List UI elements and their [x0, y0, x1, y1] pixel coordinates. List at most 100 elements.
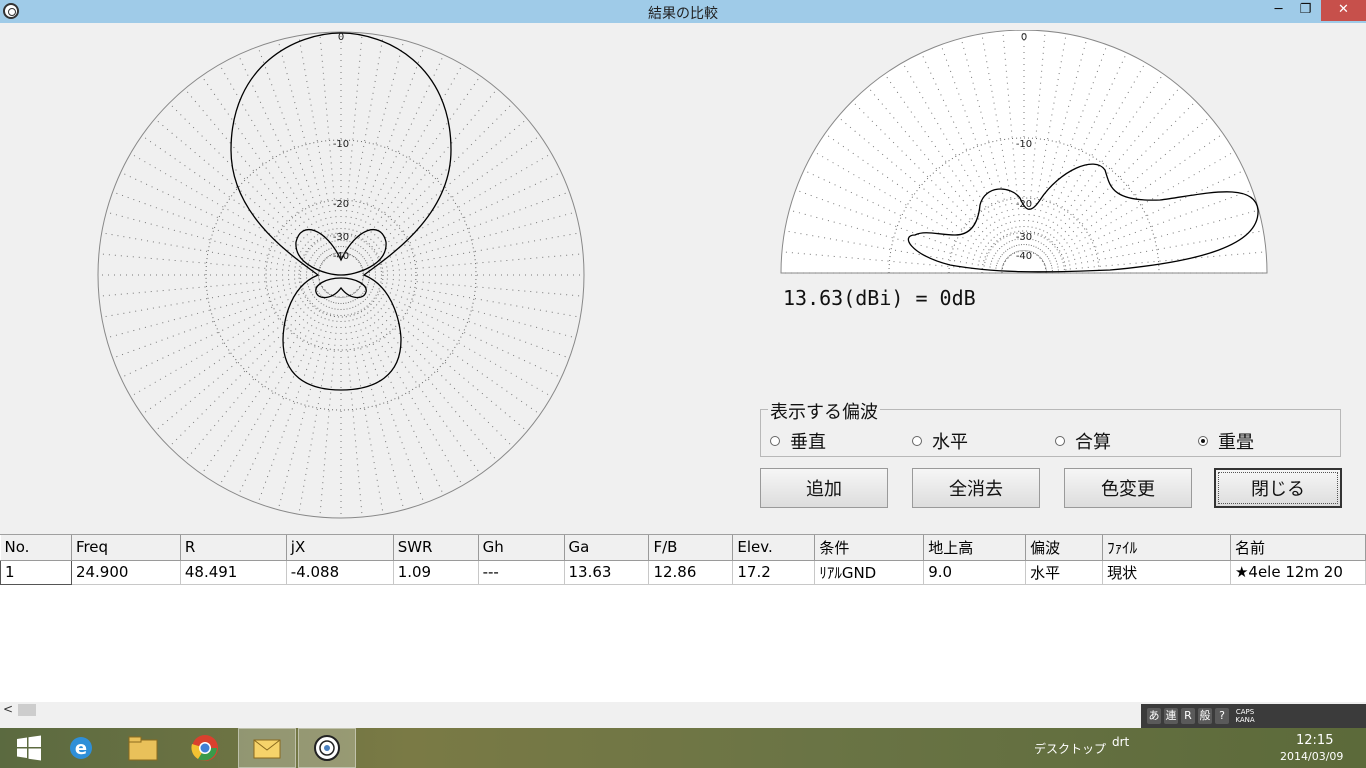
column-header[interactable]: Elev. [732, 535, 816, 561]
azimuth-spoke [120, 171, 322, 267]
azimuth-spoke [298, 35, 338, 254]
elevation-ring-label-40: -40 [1016, 251, 1032, 262]
taskbar-mmana[interactable] [298, 728, 356, 768]
column-header[interactable]: 地上高 [923, 535, 1027, 561]
table-cell[interactable]: 12.86 [648, 560, 734, 585]
table-cell[interactable]: -4.088 [286, 560, 394, 585]
radio-horizontal[interactable]: 水平 [912, 428, 968, 454]
radio-overlay[interactable]: 重畳 [1198, 428, 1254, 454]
caps-kana-indicator: CAPS KANA [1235, 708, 1255, 724]
results-table[interactable]: No. Freq R jX SWR Gh Ga F/B Elev. 条件 地上高… [0, 534, 1366, 718]
radio-horizontal-label: 水平 [932, 432, 968, 453]
column-header[interactable]: Ga [564, 535, 650, 561]
elevation-ring-label-30: -30 [1016, 232, 1032, 243]
ime-general-icon[interactable]: 般 [1198, 708, 1212, 724]
close-window-button[interactable]: ✕ [1321, 0, 1366, 21]
radio-combined-dot[interactable] [1055, 436, 1065, 446]
azimuth-spoke [168, 290, 326, 448]
desktop-label[interactable]: デスクトップ [1034, 740, 1106, 757]
restore-button[interactable]: ❐ [1292, 0, 1319, 21]
column-header[interactable]: Gh [478, 535, 565, 561]
column-header[interactable]: 名前 [1230, 535, 1366, 561]
add-button[interactable]: 追加 [760, 468, 888, 508]
elevation-ring-label-20: -20 [1016, 199, 1032, 210]
ime-help-icon[interactable]: ? [1215, 708, 1229, 724]
azimuth-spoke [349, 54, 445, 256]
ime-r-icon[interactable]: R [1181, 708, 1195, 724]
start-button[interactable] [0, 728, 58, 768]
taskbar-mail[interactable] [238, 728, 296, 768]
radio-combined-label: 合算 [1075, 432, 1111, 453]
column-header[interactable]: Freq [71, 535, 181, 561]
column-header[interactable]: SWR [393, 535, 479, 561]
azimuth-spoke [219, 293, 331, 486]
minimize-button[interactable]: ─ [1265, 0, 1292, 21]
azimuth-spoke [362, 253, 584, 274]
column-header[interactable]: 偏波 [1025, 535, 1104, 561]
close-button[interactable]: 閉じる [1214, 468, 1342, 508]
table-cell[interactable]: 水平 [1025, 560, 1104, 585]
chrome-icon [191, 735, 218, 761]
azimuth-spoke [106, 211, 320, 270]
azimuth-spoke [359, 153, 552, 265]
radio-vertical-dot[interactable] [770, 436, 780, 446]
taskbar-explorer[interactable] [114, 728, 172, 768]
radio-overlay-label: 重畳 [1218, 432, 1254, 453]
azimuth-spoke [351, 293, 463, 486]
column-header[interactable]: No. [0, 535, 72, 561]
radio-horizontal-dot[interactable] [912, 436, 922, 446]
window-title: 結果の比較 [648, 6, 718, 22]
table-cell[interactable]: 17.2 [732, 560, 816, 585]
column-header[interactable]: R [180, 535, 287, 561]
table-cell[interactable]: 13.63 [564, 560, 650, 585]
azimuth-spoke [360, 283, 562, 379]
table-cell[interactable]: --- [478, 560, 565, 585]
azimuth-spoke [184, 291, 328, 462]
table-cell[interactable]: 24.900 [71, 560, 181, 585]
azimuth-spoke [219, 64, 331, 257]
table-header-row: No. Freq R jX SWR Gh Ga F/B Elev. 条件 地上高… [0, 535, 1366, 561]
azimuth-spoke [237, 54, 333, 256]
azimuth-spoke [130, 285, 323, 397]
folder-label[interactable]: drt [1112, 735, 1129, 749]
azimuth-spoke [141, 287, 324, 415]
azimuth-spoke [351, 64, 463, 257]
table-cell[interactable]: ﾘｱﾙGND [814, 560, 925, 585]
taskbar-chrome[interactable] [176, 728, 234, 768]
scroll-left-icon[interactable]: < [3, 702, 13, 716]
azimuth-spoke [257, 46, 334, 255]
ime-kana-icon[interactable]: あ [1147, 708, 1161, 724]
polarization-group: 表示する偏波 垂直 水平 合算 重畳 [760, 398, 1341, 457]
windows-logo-icon [17, 735, 41, 761]
azimuth-spoke [201, 292, 329, 475]
radio-overlay-dot[interactable] [1198, 436, 1208, 446]
clock-time[interactable]: 12:15 [1296, 733, 1333, 748]
table-cell[interactable]: 48.491 [180, 560, 287, 585]
taskbar-ie[interactable]: e [52, 728, 110, 768]
column-header[interactable]: jX [286, 535, 394, 561]
radio-combined[interactable]: 合算 [1055, 428, 1111, 454]
table-cell[interactable]: 現状 [1102, 560, 1231, 585]
column-header[interactable]: 条件 [814, 535, 925, 561]
clear-all-button[interactable]: 全消去 [912, 468, 1040, 508]
change-color-button[interactable]: 色変更 [1064, 468, 1192, 508]
azimuth-spoke [358, 287, 541, 415]
ime-conversion-icon[interactable]: 連 [1164, 708, 1178, 724]
table-cell[interactable]: 1.09 [393, 560, 479, 585]
radio-vertical[interactable]: 垂直 [770, 428, 826, 454]
azimuth-spoke [360, 171, 562, 267]
table-cell[interactable]: 1 [0, 559, 72, 585]
column-header[interactable]: F/B [648, 535, 734, 561]
azimuth-spoke [354, 88, 498, 259]
azimuth-spoke [346, 296, 405, 510]
table-row[interactable]: 1 24.900 48.491 -4.088 1.09 --- 13.63 12… [0, 559, 1366, 585]
table-cell[interactable]: 9.0 [923, 560, 1027, 585]
antenna-app-icon [314, 735, 340, 761]
scroll-thumb[interactable] [18, 704, 36, 716]
column-header[interactable]: ﾌｧｲﾙ [1102, 535, 1231, 561]
azimuth-spoke [101, 278, 320, 318]
table-cell[interactable]: ★4ele 12m 20 [1230, 560, 1366, 585]
azimuth-spoke [362, 232, 581, 272]
clock-date[interactable]: 2014/03/09 [1280, 750, 1343, 763]
azimuth-spoke [112, 191, 321, 268]
